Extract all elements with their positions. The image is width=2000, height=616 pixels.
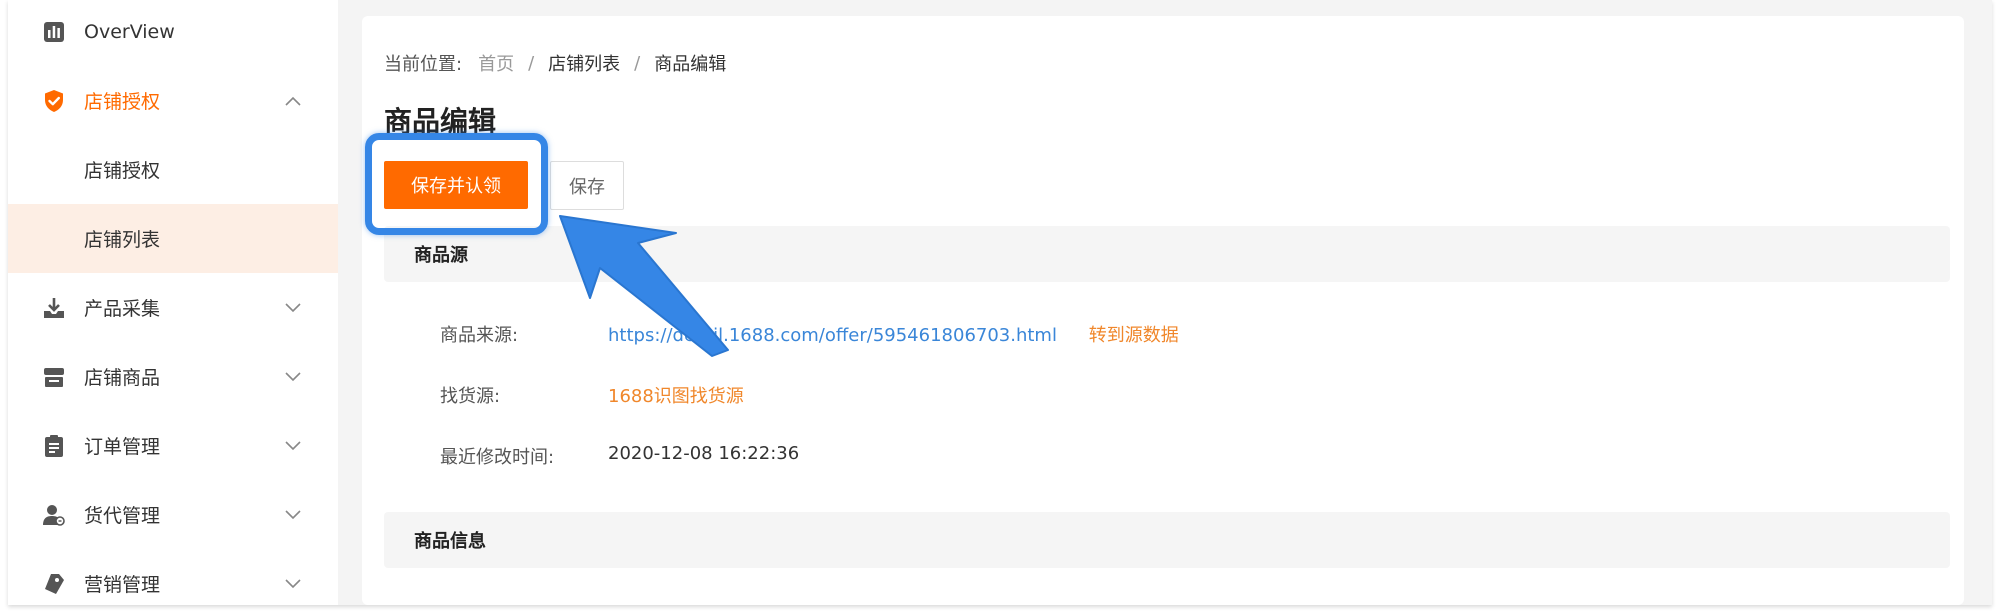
- section-title: 商品信息: [414, 531, 486, 552]
- modified-time-label: 最近修改时间:: [440, 447, 555, 468]
- store-icon: [42, 365, 66, 389]
- sidebar-item-label: 店铺授权: [84, 160, 161, 182]
- section-header-info: 商品信息: [384, 512, 1950, 568]
- sidebar-item-label: OverView: [84, 20, 175, 43]
- shield-check-icon: [42, 89, 66, 113]
- save-button[interactable]: 保存: [550, 161, 624, 210]
- sidebar-item-shop-auth[interactable]: 店铺授权: [8, 66, 338, 135]
- sidebar-item-label: 产品采集: [84, 298, 161, 320]
- page-title: 商品编辑: [384, 105, 497, 138]
- sidebar-item-marketing-manage[interactable]: 营销管理: [8, 549, 338, 605]
- breadcrumb-prefix: 当前位置:: [384, 54, 463, 75]
- source-url-link[interactable]: https://detail.1688.com/offer/5954618067…: [608, 325, 1057, 346]
- sidebar-subitem-shop-list[interactable]: 店铺列表: [8, 204, 338, 273]
- sidebar-subitem-shop-auth[interactable]: 店铺授权: [8, 135, 338, 204]
- source-label: 商品来源:: [440, 325, 519, 346]
- go-to-source-link[interactable]: 转到源数据: [1089, 325, 1179, 346]
- sidebar-item-shop-products[interactable]: 店铺商品: [8, 342, 338, 411]
- chevron-down-icon[interactable]: [282, 435, 304, 457]
- download-tray-icon: [42, 296, 66, 320]
- sidebar-item-label: 店铺商品: [84, 367, 161, 389]
- tag-icon: [42, 572, 66, 596]
- sidebar-item-product-collect[interactable]: 产品采集: [8, 273, 338, 342]
- chevron-down-icon[interactable]: [282, 504, 304, 526]
- section-header-source: 商品源: [384, 226, 1950, 282]
- sidebar-item-label: 店铺列表: [84, 229, 161, 251]
- sidebar-item-label: 店铺授权: [84, 91, 161, 113]
- user-agent-icon: [42, 503, 66, 527]
- chart-bars-icon: [42, 20, 66, 44]
- breadcrumb-current: 商品编辑: [654, 54, 727, 75]
- source-field: https://detail.1688.com/offer/5954618067…: [608, 321, 1179, 347]
- app-window: OverView 店铺授权 店铺授权 店铺列表 产品采集 店铺商品 订单管理 货…: [8, 0, 1992, 605]
- find-source-label: 找货源:: [440, 386, 501, 407]
- section-title: 商品源: [414, 245, 468, 266]
- sidebar-item-overview[interactable]: OverView: [8, 0, 338, 66]
- chevron-down-icon[interactable]: [282, 573, 304, 595]
- breadcrumb-home-link[interactable]: 首页: [478, 50, 514, 76]
- sidebar-item-forwarder-manage[interactable]: 货代管理: [8, 480, 338, 549]
- breadcrumb: 当前位置: 首页 / 店铺列表 / 商品编辑: [384, 50, 726, 76]
- chevron-up-icon[interactable]: [282, 90, 304, 112]
- breadcrumb-separator: /: [528, 52, 535, 74]
- breadcrumb-separator: /: [634, 52, 641, 74]
- breadcrumb-shop-list-link[interactable]: 店铺列表: [548, 50, 620, 76]
- chevron-down-icon[interactable]: [282, 366, 304, 388]
- sidebar-item-label: 营销管理: [84, 574, 161, 596]
- modified-time-value: 2020-12-08 16:22:36: [608, 443, 800, 464]
- sidebar: OverView 店铺授权 店铺授权 店铺列表 产品采集 店铺商品 订单管理 货…: [8, 0, 338, 605]
- chevron-down-icon[interactable]: [282, 297, 304, 319]
- image-search-source-link[interactable]: 1688识图找货源: [608, 382, 744, 408]
- clipboard-icon: [42, 434, 66, 458]
- sidebar-item-order-manage[interactable]: 订单管理: [8, 411, 338, 480]
- sidebar-item-label: 订单管理: [84, 436, 161, 458]
- save-and-claim-button[interactable]: 保存并认领: [384, 161, 528, 209]
- sidebar-item-label: 货代管理: [84, 505, 161, 527]
